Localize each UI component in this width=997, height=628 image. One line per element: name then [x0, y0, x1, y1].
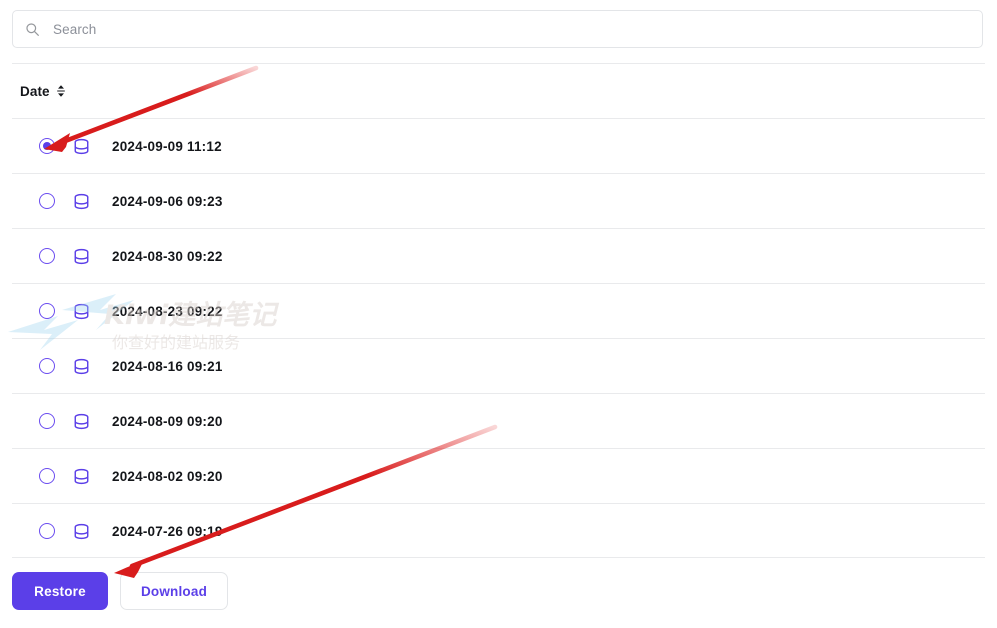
table-row[interactable]: 2024-08-09 09:20 [12, 393, 985, 448]
database-icon [74, 303, 89, 319]
radio-button[interactable] [39, 193, 55, 209]
sort-updown-icon[interactable] [56, 84, 66, 98]
radio-selected[interactable] [39, 138, 55, 154]
database-icon [74, 138, 89, 154]
backup-list: 2024-09-09 11:12 2024-09-06 09:23 2024-08-… [0, 118, 997, 558]
row-date: 2024-07-26 09:19 [112, 523, 223, 539]
database-icon [74, 468, 89, 484]
radio-button[interactable] [39, 358, 55, 374]
table-row[interactable]: 2024-08-23 09:22 [12, 283, 985, 338]
footer-divider [12, 557, 985, 558]
radio-button[interactable] [39, 303, 55, 319]
row-date: 2024-08-16 09:21 [112, 358, 223, 374]
restore-button[interactable]: Restore [12, 572, 108, 610]
database-icon [74, 248, 89, 264]
database-icon [74, 358, 89, 374]
radio-button[interactable] [39, 523, 55, 539]
search-bar[interactable] [12, 10, 983, 48]
column-header-date[interactable]: Date [20, 84, 66, 99]
radio-button[interactable] [39, 468, 55, 484]
search-input[interactable] [53, 21, 970, 37]
download-button[interactable]: Download [120, 572, 228, 610]
radio-button[interactable] [39, 413, 55, 429]
table-header: Date [0, 64, 997, 118]
backup-restore-panel: Date 2024-09-09 11:122024-09-06 09:23202… [0, 0, 997, 628]
radio-button[interactable] [39, 248, 55, 264]
search-icon [26, 22, 39, 36]
table-row[interactable]: 2024-08-02 09:20 [12, 448, 985, 503]
database-icon [74, 413, 89, 429]
footer-actions: Restore Download [12, 572, 228, 610]
row-date: 2024-08-09 09:20 [112, 413, 223, 429]
row-date: 2024-08-30 09:22 [112, 248, 223, 264]
database-icon [74, 193, 89, 209]
row-date: 2024-09-06 09:23 [112, 193, 223, 209]
database-icon [74, 523, 89, 539]
column-header-date-label: Date [20, 83, 50, 99]
table-row[interactable]: 2024-09-09 11:12 [12, 118, 985, 173]
row-date: 2024-09-09 11:12 [112, 138, 222, 154]
row-date: 2024-08-02 09:20 [112, 468, 223, 484]
table-row[interactable]: 2024-08-16 09:21 [12, 338, 985, 393]
table-row[interactable]: 2024-08-30 09:22 [12, 228, 985, 283]
table-row[interactable]: 2024-07-26 09:19 [12, 503, 985, 558]
row-date: 2024-08-23 09:22 [112, 303, 223, 319]
table-row[interactable]: 2024-09-06 09:23 [12, 173, 985, 228]
